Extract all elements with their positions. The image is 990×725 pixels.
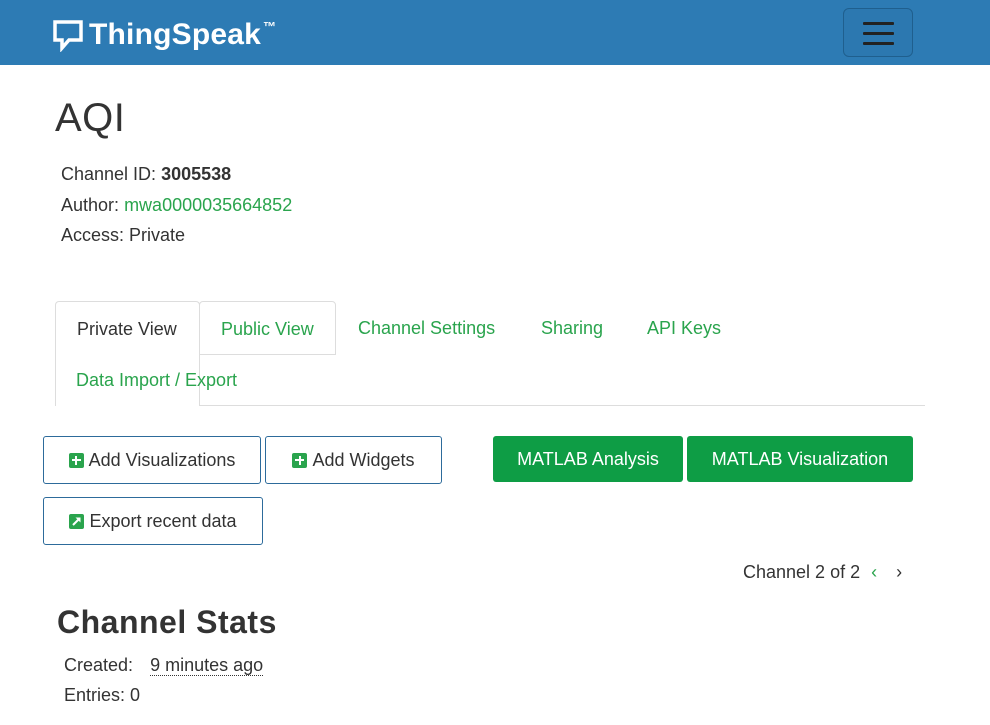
export-recent-data-button[interactable]: Export recent data: [43, 497, 263, 545]
access-line: Access: Private: [61, 225, 185, 246]
matlab-visualization-button[interactable]: MATLAB Visualization: [687, 436, 913, 482]
channel-id-label: Channel ID:: [61, 164, 157, 184]
channel-id-line: Channel ID: 3005538: [61, 164, 231, 185]
brand-name: ThingSpeak: [89, 18, 262, 51]
page-title: AQI: [55, 96, 126, 140]
hamburger-menu-icon: [863, 22, 894, 25]
plus-square-icon: [292, 452, 308, 468]
hamburger-menu-button[interactable]: [843, 8, 913, 57]
entries-label: Entries:: [64, 685, 126, 705]
thingspeak-logo[interactable]: ThingSpeak ™: [52, 18, 276, 52]
channel-pager-text: Channel 2 of 2: [743, 562, 861, 582]
tab-sharing[interactable]: Sharing: [520, 301, 624, 355]
plus-square-icon: [68, 452, 84, 468]
tab-channel-settings[interactable]: Channel Settings: [337, 301, 516, 355]
hamburger-menu-icon-bar: [863, 32, 894, 35]
tab-data-import-export[interactable]: Data Import / Export: [55, 353, 258, 407]
author-label: Author:: [61, 195, 120, 215]
created-line: Created: 9 minutes ago: [64, 655, 264, 676]
access-label: Access:: [61, 225, 125, 245]
trademark-symbol: ™: [263, 18, 277, 34]
tab-public-view[interactable]: Public View: [199, 301, 336, 355]
channel-pager: Channel 2 of 2 ‹ ›: [743, 562, 907, 583]
external-link-icon: [69, 513, 85, 529]
created-value: 9 minutes ago: [150, 655, 264, 676]
entries-line: Entries: 0: [64, 685, 140, 706]
entries-value: 0: [130, 685, 141, 705]
hamburger-menu-icon-bar: [863, 42, 894, 45]
top-navbar: ThingSpeak ™: [0, 0, 990, 65]
add-visualizations-button[interactable]: Add Visualizations: [43, 436, 261, 484]
add-widgets-button[interactable]: Add Widgets: [265, 436, 442, 484]
add-widgets-label: Add Widgets: [312, 449, 415, 470]
created-label: Created:: [64, 655, 134, 675]
export-recent-data-label: Export recent data: [89, 510, 237, 531]
add-visualizations-label: Add Visualizations: [88, 449, 236, 470]
tab-api-keys[interactable]: API Keys: [626, 301, 742, 355]
chevron-left-icon[interactable]: ‹: [866, 562, 882, 583]
channel-stats-heading: Channel Stats: [57, 604, 277, 640]
access-value: Private: [129, 225, 186, 245]
author-line: Author: mwa0000035664852: [61, 195, 292, 216]
author-link[interactable]: mwa0000035664852: [124, 195, 292, 215]
speech-bubble-icon: [53, 20, 83, 52]
channel-id-value: 3005538: [161, 164, 232, 184]
matlab-analysis-button[interactable]: MATLAB Analysis: [493, 436, 683, 482]
chevron-right-icon[interactable]: ›: [891, 562, 907, 583]
